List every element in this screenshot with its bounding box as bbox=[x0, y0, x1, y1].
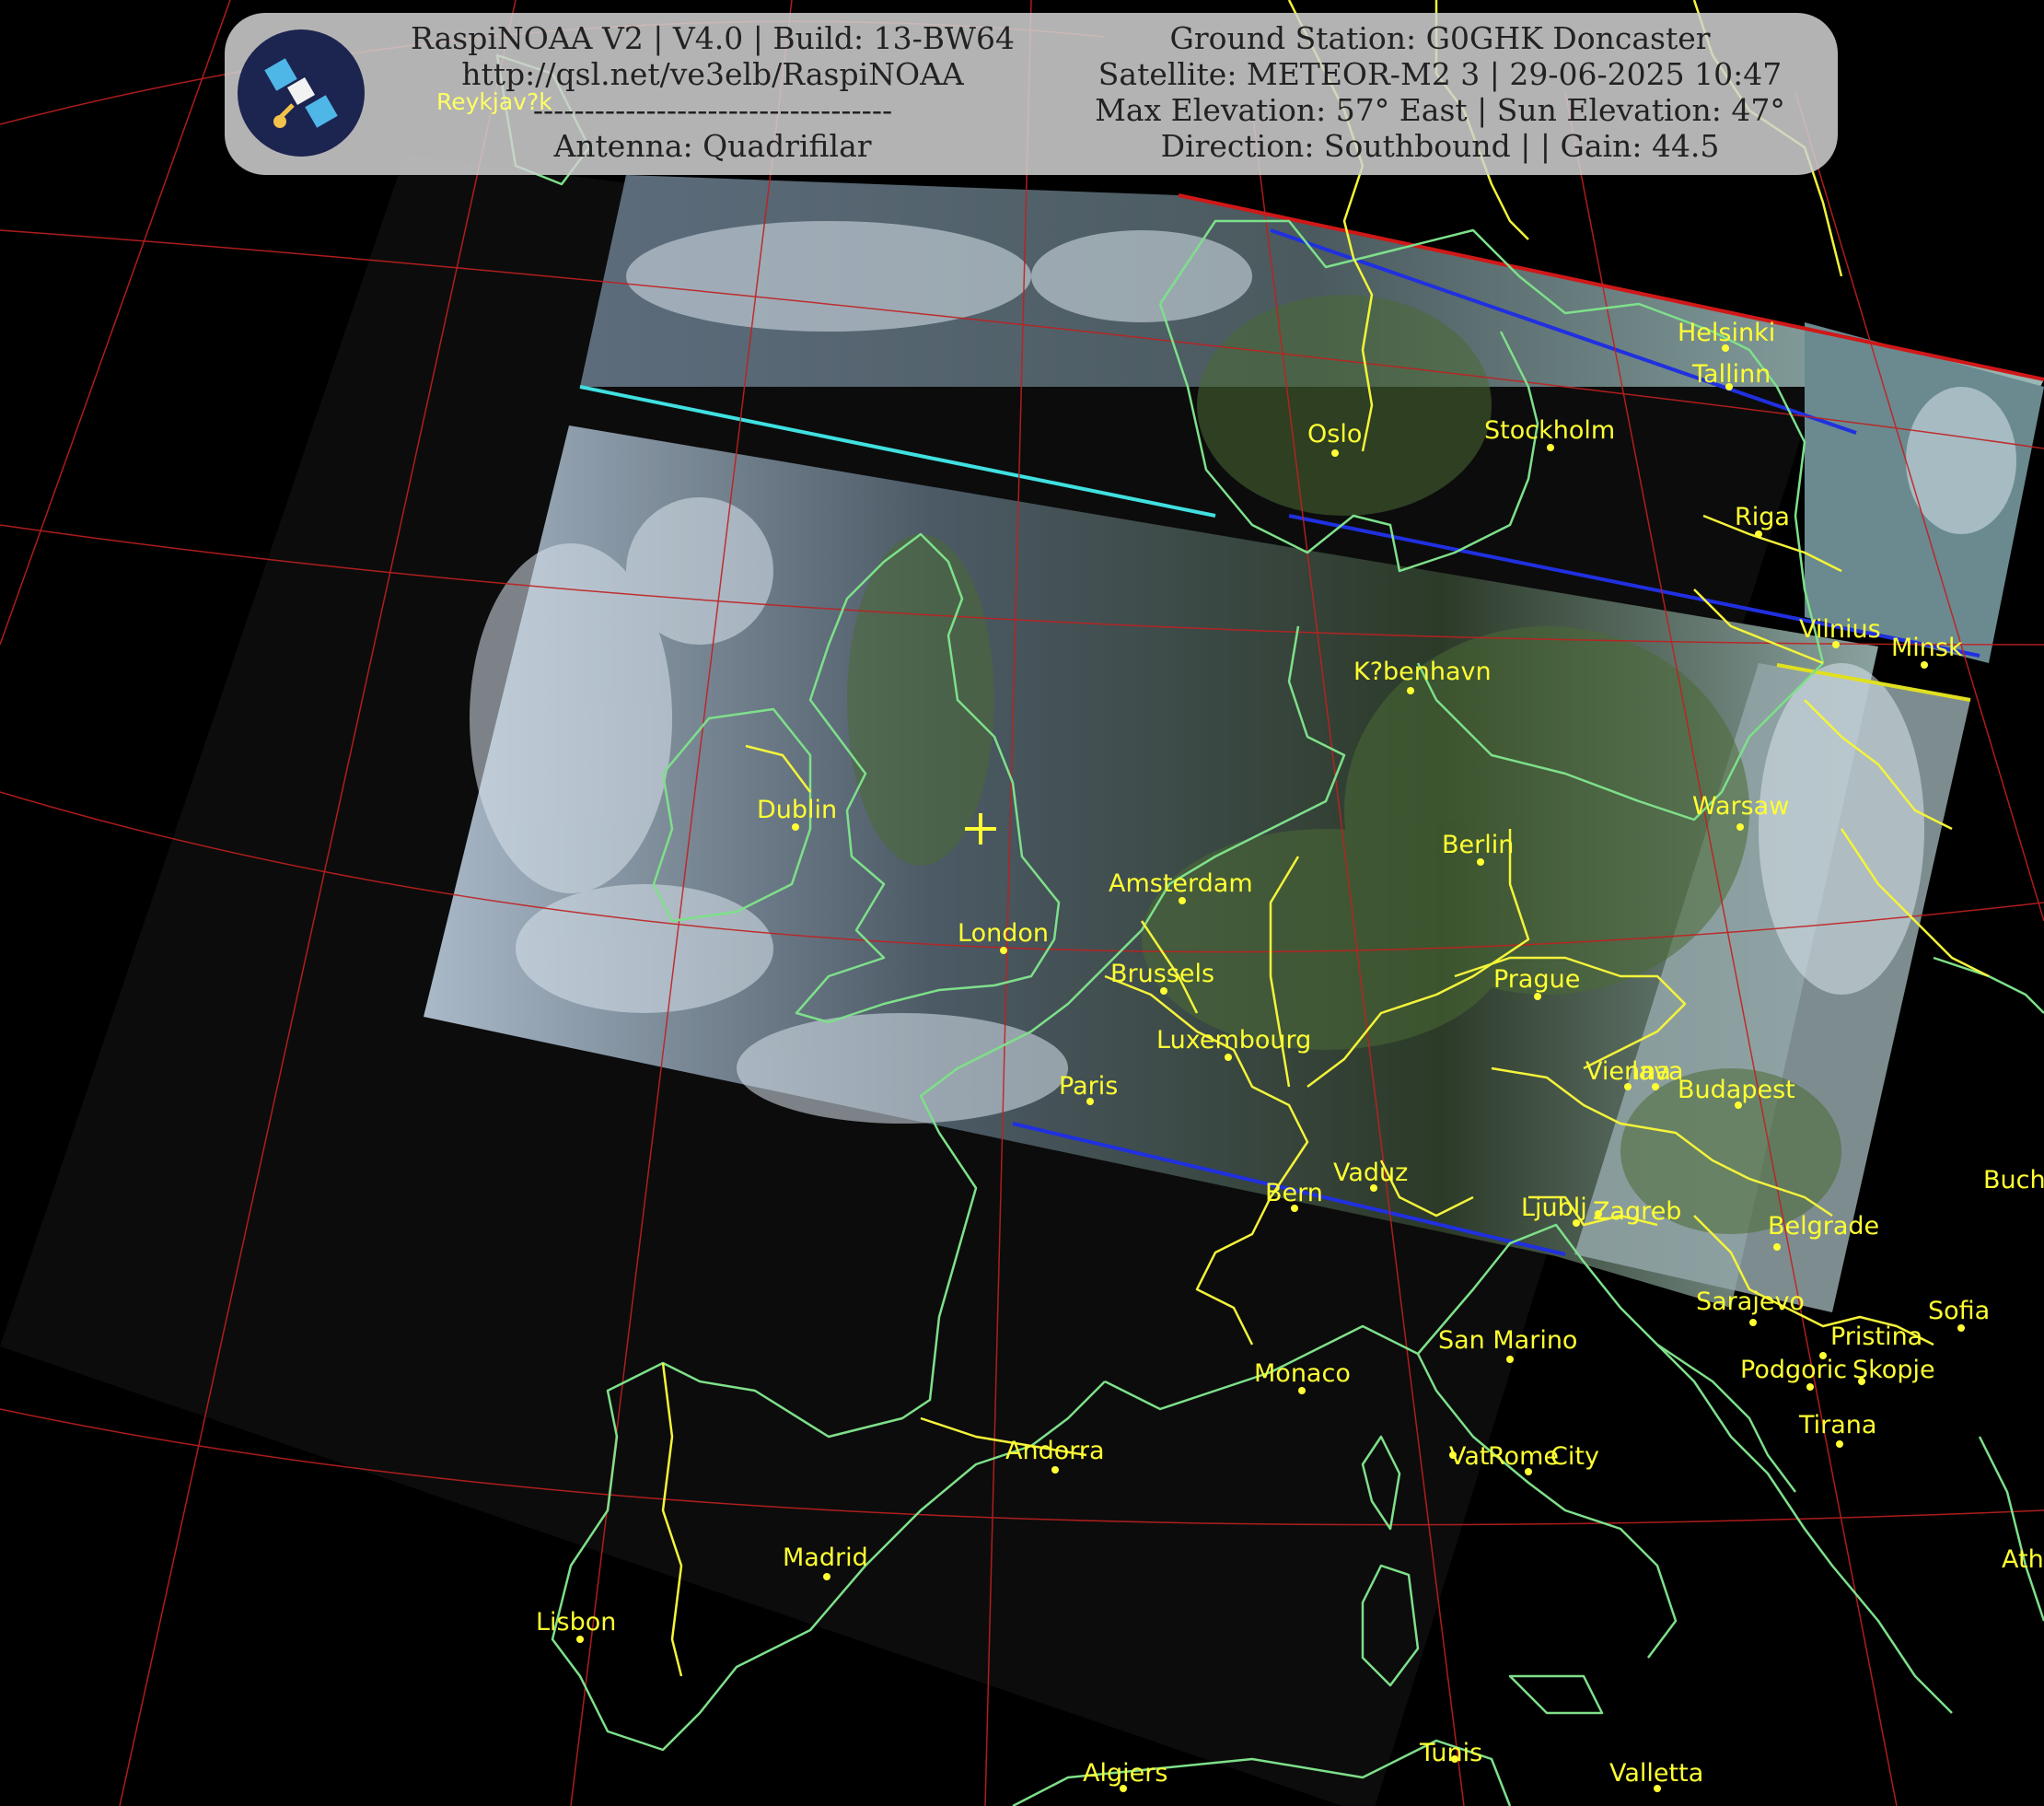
city-label-budapest: Budapest bbox=[1678, 1076, 1795, 1104]
city-label-stockholm: Stockholm bbox=[1484, 416, 1615, 445]
city-label-luxembourg: Luxembourg bbox=[1156, 1026, 1311, 1054]
antenna-text: Antenna: Quadrifilar bbox=[553, 128, 872, 164]
city-label-paris: Paris bbox=[1059, 1072, 1118, 1101]
satellite-pass-text: Satellite: METEOR-M2 3 | 29-06-2025 10:4… bbox=[1097, 56, 1783, 92]
city-label-rome: Rome bbox=[1488, 1442, 1559, 1471]
city-label-podgorica: Podgoric bbox=[1740, 1356, 1847, 1384]
city-label-pristina: Pristina bbox=[1830, 1322, 1922, 1351]
city-label-reykjavik: Reykjav?k bbox=[436, 88, 552, 115]
city-label-athens: Ath bbox=[2002, 1545, 2044, 1574]
city-label-andorra: Andorra bbox=[1005, 1437, 1105, 1465]
city-label-skopje: Skopje bbox=[1852, 1356, 1935, 1384]
city-label-brussels: Brussels bbox=[1110, 960, 1214, 988]
satellite-map: Helsinki Tallinn Oslo Stockholm Riga Vil… bbox=[0, 0, 2044, 1806]
city-label-bern: Bern bbox=[1265, 1179, 1323, 1207]
city-label-bucharest: Buch bbox=[1983, 1166, 2044, 1194]
city-label-minsk: Minsk bbox=[1891, 634, 1963, 662]
city-label-zagreb: Zagreb bbox=[1593, 1197, 1681, 1226]
city-label-tunis: Tunis bbox=[1419, 1739, 1482, 1767]
city-label-riga: Riga bbox=[1735, 503, 1790, 531]
city-label-tirana: Tirana bbox=[1798, 1411, 1876, 1439]
header-right-block: Ground Station: G0GHK Doncaster Satellite… bbox=[1053, 20, 1827, 164]
city-label-valletta: Valletta bbox=[1609, 1759, 1703, 1788]
city-label-monaco: Monaco bbox=[1254, 1359, 1351, 1388]
city-label-helsinki: Helsinki bbox=[1678, 319, 1775, 347]
city-label-sarajevo: Sarajevo bbox=[1696, 1288, 1805, 1316]
direction-gain-text: Direction: Southbound | | Gain: 44.5 bbox=[1160, 128, 1720, 164]
city-label-oslo: Oslo bbox=[1307, 420, 1362, 449]
city-label-amsterdam: Amsterdam bbox=[1109, 869, 1253, 898]
city-label-warsaw: Warsaw bbox=[1692, 792, 1789, 821]
city-label-prague: Prague bbox=[1493, 965, 1580, 994]
city-label-kobenhavn: K?benhavn bbox=[1353, 658, 1492, 686]
elevation-text: Max Elevation: 57° East | Sun Elevation:… bbox=[1095, 92, 1785, 128]
city-label-vaduz: Vaduz bbox=[1333, 1159, 1408, 1187]
ground-station-text: Ground Station: G0GHK Doncaster bbox=[1169, 20, 1711, 56]
city-label-berlin: Berlin bbox=[1442, 831, 1514, 859]
satellite-icon bbox=[238, 29, 365, 157]
city-label-tallinn: Tallinn bbox=[1691, 360, 1771, 389]
city-label-vilnius: Vilnius bbox=[1799, 615, 1881, 644]
city-label-ljubljana: Ljublj bbox=[1521, 1194, 1587, 1222]
city-label-belgrade: Belgrade bbox=[1768, 1212, 1879, 1241]
city-label-london: London bbox=[958, 919, 1049, 948]
city-label-madrid: Madrid bbox=[783, 1544, 868, 1572]
city-label-dublin: Dublin bbox=[757, 796, 837, 824]
city-label-city: City bbox=[1550, 1442, 1599, 1471]
website-link[interactable]: http://qsl.net/ve3elb/RaspiNOAA bbox=[400, 56, 1026, 92]
city-label-san-marino: San Marino bbox=[1438, 1326, 1577, 1355]
city-label-vatican: Vat bbox=[1449, 1442, 1490, 1471]
city-label-sofia: Sofia bbox=[1928, 1297, 1990, 1325]
city-label-algiers: Algiers bbox=[1083, 1759, 1167, 1788]
city-label-lisbon: Lisbon bbox=[536, 1608, 616, 1637]
software-version-text: RaspiNOAA V2 | V4.0 | Build: 13-BW64 bbox=[411, 20, 1015, 56]
city-label-bratislava: lava bbox=[1632, 1057, 1684, 1086]
